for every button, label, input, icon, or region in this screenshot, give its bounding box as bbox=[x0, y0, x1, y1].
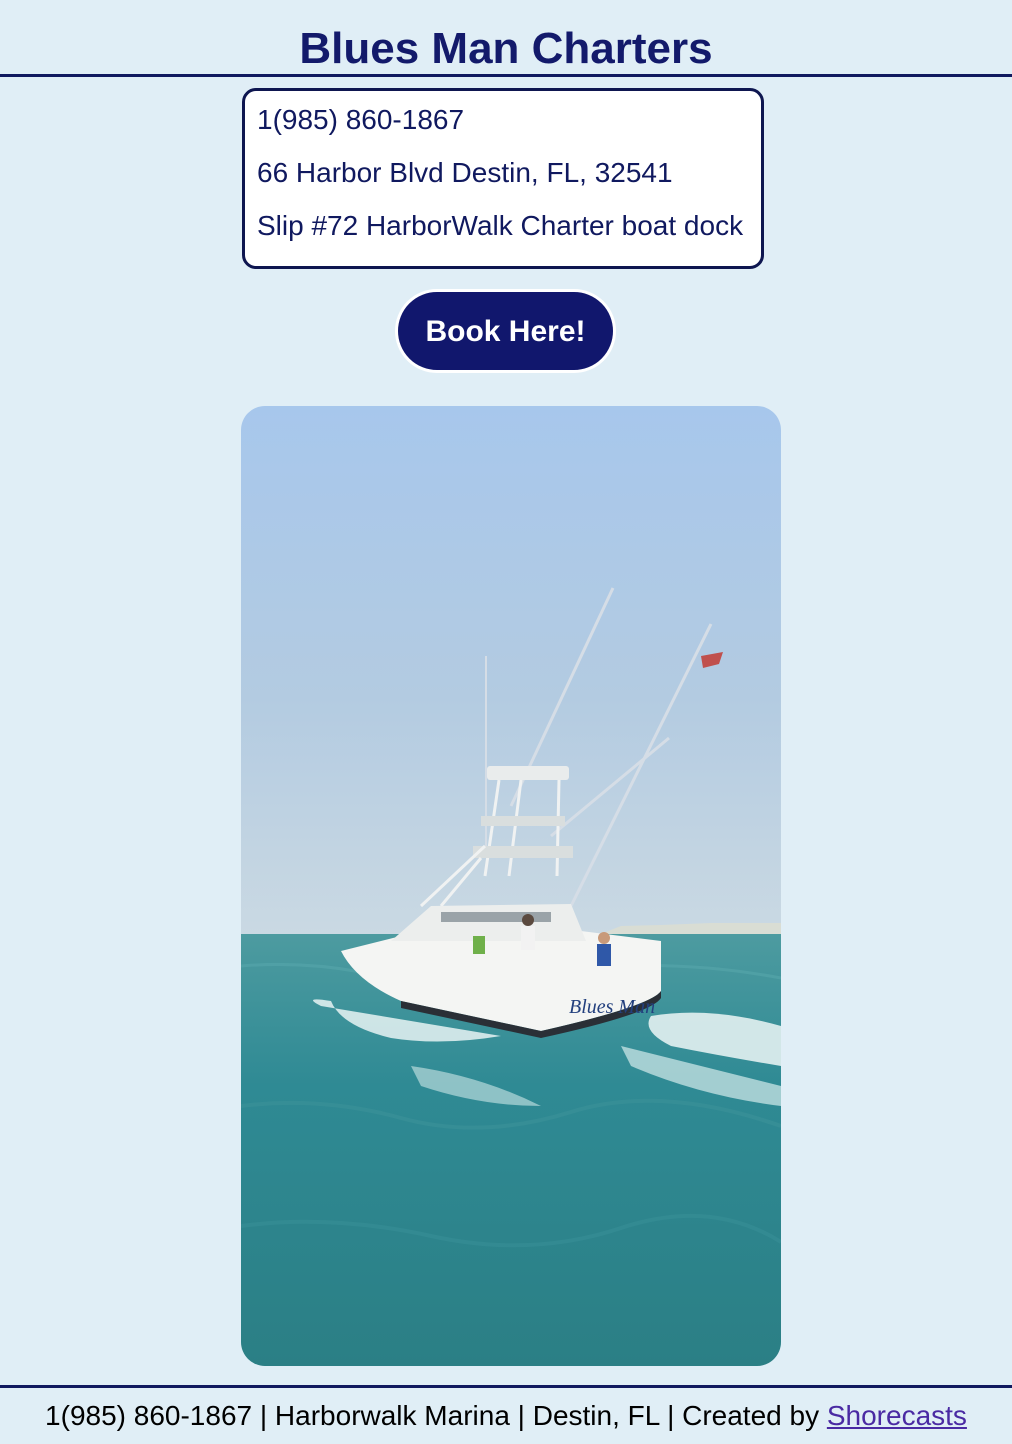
boat-photo: Blues Man bbox=[241, 406, 781, 1366]
book-here-button[interactable]: Book Here! bbox=[395, 289, 616, 373]
site-footer: 1(985) 860-1867 | Harborwalk Marina | De… bbox=[0, 1385, 1012, 1444]
page: Blues Man Charters 1(985) 860-1867 66 Ha… bbox=[0, 0, 1012, 1444]
footer-text: 1(985) 860-1867 | Harborwalk Marina | De… bbox=[45, 1400, 827, 1431]
contact-card: 1(985) 860-1867 66 Harbor Blvd Destin, F… bbox=[242, 88, 764, 269]
shorecasts-link[interactable]: Shorecasts bbox=[827, 1400, 967, 1431]
site-title: Blues Man Charters bbox=[299, 24, 713, 73]
site-header: Blues Man Charters bbox=[0, 0, 1012, 77]
boat-name-lettering: Blues Man bbox=[569, 996, 655, 1018]
contact-phone: 1(985) 860-1867 bbox=[257, 104, 465, 135]
contact-address: 66 Harbor Blvd Destin, FL, 32541 bbox=[257, 157, 673, 188]
contact-slip: Slip #72 HarborWalk Charter boat dock bbox=[257, 210, 744, 241]
